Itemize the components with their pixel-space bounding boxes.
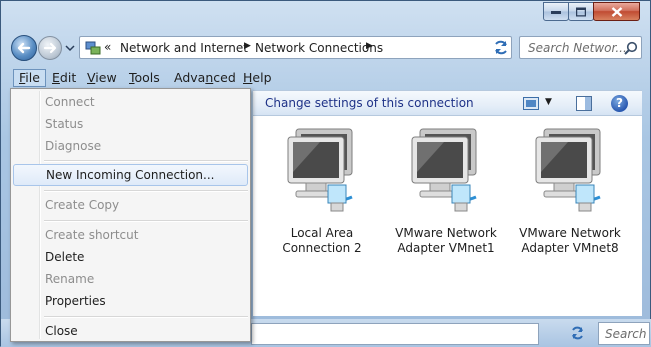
menu-item-close[interactable]: Close xyxy=(13,320,248,342)
back-arrow-icon xyxy=(17,42,31,54)
minimize-button[interactable] xyxy=(543,2,569,21)
close-icon xyxy=(611,6,622,17)
breadcrumb-separator-icon[interactable]: ▶ xyxy=(366,41,373,51)
menu-help-label: elp xyxy=(252,70,272,85)
menu-advanced-pre: Adva xyxy=(174,70,206,85)
menu-separator xyxy=(44,316,248,318)
background-search-box[interactable]: Search W xyxy=(598,322,651,345)
menu-item-create-shortcut[interactable]: Create shortcut xyxy=(13,224,248,246)
connection-name-line1: VMware Network xyxy=(395,226,497,240)
breadcrumb-network-connections[interactable]: Network Connections xyxy=(255,41,383,55)
menu-item-diagnose[interactable]: Diagnose xyxy=(13,135,248,157)
connection-name-line2: Adapter VMnet1 xyxy=(397,241,495,255)
address-overflow-chevron[interactable]: « xyxy=(104,40,111,54)
background-search-placeholder[interactable]: Search W xyxy=(605,327,651,341)
connection-name-line1: VMware Network xyxy=(519,226,621,240)
menu-help[interactable]: Help xyxy=(238,69,277,87)
search-box[interactable]: Search Networ... xyxy=(519,36,642,59)
menu-item-status[interactable]: Status xyxy=(13,113,248,135)
menu-file[interactable]: File xyxy=(13,69,46,87)
menu-advanced[interactable]: Advanced xyxy=(169,69,241,87)
breadcrumb-separator-icon[interactable]: ▶ xyxy=(244,41,251,51)
network-adapter-icon xyxy=(535,128,601,212)
refresh-icon[interactable] xyxy=(490,37,512,58)
breadcrumb-network-and-internet[interactable]: Network and Internet xyxy=(120,41,248,55)
menu-edit[interactable]: Edit xyxy=(47,69,81,87)
maximize-icon xyxy=(576,7,586,16)
network-connections-folder-icon xyxy=(85,41,101,55)
connection-name-line1: Local Area xyxy=(290,226,354,240)
connection-name-line2: Connection 2 xyxy=(282,241,362,255)
menu-bar: File Edit View Tools Advanced Help xyxy=(9,67,642,89)
background-address-bar[interactable] xyxy=(251,323,539,345)
menu-item-rename[interactable]: Rename xyxy=(13,268,248,290)
menu-item-delete[interactable]: Delete xyxy=(13,246,248,268)
connection-name-line2: Adapter VMnet8 xyxy=(521,241,619,255)
recent-pages-dropdown-icon[interactable] xyxy=(65,43,75,53)
connection-item[interactable]: Local Area Connection 2 xyxy=(263,127,381,256)
menu-file-label: ile xyxy=(25,70,40,85)
menu-item-create-copy[interactable]: Create Copy xyxy=(13,194,248,216)
file-menu-dropdown: Connect Status Diagnose New Incoming Con… xyxy=(10,88,251,342)
address-bar[interactable]: « Network and Internet ▶ Network Connect… xyxy=(79,36,578,59)
refresh-icon[interactable] xyxy=(568,324,588,342)
search-placeholder[interactable]: Search Networ... xyxy=(528,41,627,55)
help-icon[interactable]: ? xyxy=(611,95,628,112)
back-button[interactable] xyxy=(11,35,37,61)
menu-separator xyxy=(44,220,248,222)
network-adapter-icon xyxy=(287,128,353,212)
change-settings-button[interactable]: Change settings of this connection xyxy=(265,96,474,110)
menu-edit-accel: E xyxy=(52,70,60,85)
preview-pane-icon[interactable] xyxy=(576,96,592,111)
connection-label: Local Area Connection 2 xyxy=(263,226,381,256)
forward-button[interactable] xyxy=(38,36,62,60)
connection-item[interactable]: VMware Network Adapter VMnet8 xyxy=(511,127,629,256)
menu-view[interactable]: View xyxy=(82,69,122,87)
views-icon[interactable] xyxy=(523,97,539,110)
connection-label: VMware Network Adapter VMnet8 xyxy=(511,226,629,256)
menu-item-connect[interactable]: Connect xyxy=(13,91,248,113)
close-button[interactable] xyxy=(593,2,640,21)
minimize-icon xyxy=(551,10,561,14)
maximize-button[interactable] xyxy=(568,2,594,21)
menu-view-label: iew xyxy=(95,70,117,85)
menu-separator xyxy=(44,160,248,162)
menu-item-new-incoming-connection[interactable]: New Incoming Connection... xyxy=(13,164,248,186)
forward-arrow-icon xyxy=(43,42,57,54)
command-bar: Change settings of this connection ▼ ? xyxy=(253,90,642,116)
menu-separator xyxy=(44,190,248,192)
menu-help-accel: H xyxy=(243,70,253,85)
menu-advanced-label: ced xyxy=(213,70,236,85)
network-adapter-icon xyxy=(411,128,477,212)
search-icon[interactable] xyxy=(624,41,638,55)
menu-tools[interactable]: Tools xyxy=(124,69,165,87)
views-dropdown-icon[interactable]: ▼ xyxy=(545,97,552,107)
menu-edit-label: dit xyxy=(59,70,77,85)
menu-tools-label: ools xyxy=(134,70,160,85)
connection-item[interactable]: VMware Network Adapter VMnet1 xyxy=(387,127,505,256)
menu-item-properties[interactable]: Properties xyxy=(13,290,248,312)
connection-label: VMware Network Adapter VMnet1 xyxy=(387,226,505,256)
